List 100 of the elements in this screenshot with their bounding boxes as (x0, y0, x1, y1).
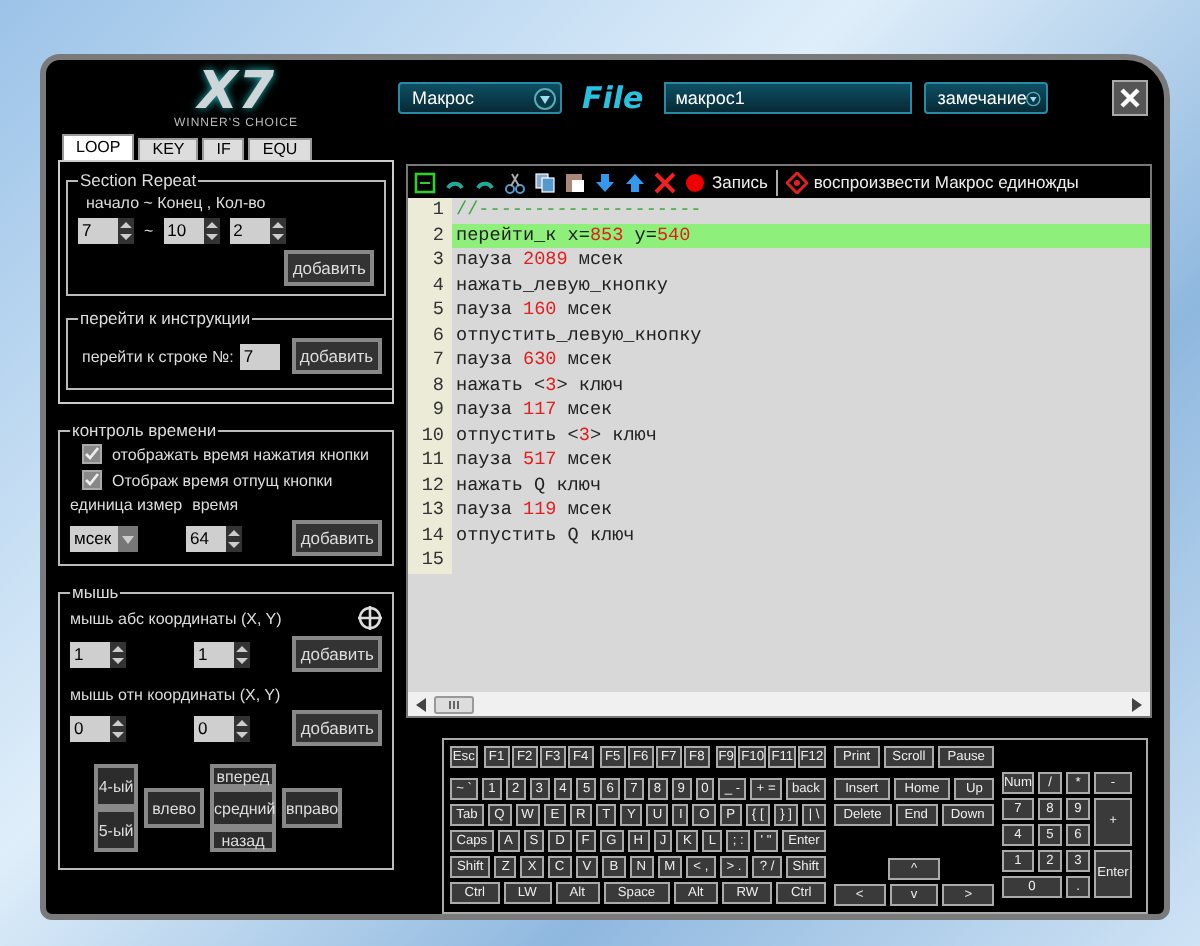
spin-arrows-icon[interactable] (234, 641, 250, 667)
add-button[interactable]: добавить (291, 338, 382, 374)
play-once-button[interactable]: воспроизвести Макрос единожды (785, 171, 1079, 193)
code-line: пауза 630 мсек (454, 348, 615, 373)
checkbox[interactable] (82, 470, 102, 490)
tab[interactable]: LOOP (62, 134, 135, 160)
mouse-button[interactable]: средний (210, 788, 276, 828)
number-field[interactable]: 7 (78, 218, 134, 244)
line-number: 13 (408, 498, 452, 523)
scroll-left-icon[interactable] (416, 697, 426, 711)
move-down-icon[interactable] (594, 171, 616, 193)
label: единица измер (70, 496, 183, 514)
number-value: 1 (70, 641, 110, 667)
close-icon (1118, 86, 1142, 110)
mouse-button[interactable]: влево (144, 788, 204, 828)
caret-icon (1026, 87, 1042, 109)
line-number: 8 (408, 373, 452, 398)
tab[interactable]: KEY (138, 138, 199, 160)
record-button[interactable]: Запись (684, 171, 768, 193)
number-value: 0 (70, 715, 110, 741)
logo-text: X7 (197, 66, 275, 118)
line-number: 14 (408, 523, 452, 548)
add-button[interactable]: добавить (292, 636, 382, 672)
spin-arrows-icon[interactable] (110, 641, 126, 667)
number-value: 7 (78, 218, 118, 244)
tab[interactable]: IF (202, 138, 245, 160)
number-field[interactable]: 64 (186, 525, 242, 551)
code-line: пауза 517 мсек (454, 448, 615, 473)
tilde-label: ~ (144, 222, 154, 240)
line-number: 15 (408, 548, 452, 573)
move-up-icon[interactable] (624, 171, 646, 193)
cut-icon[interactable] (504, 171, 526, 193)
mouse-button[interactable]: 5-ый (94, 808, 138, 852)
code-line: //-------------------- (454, 198, 704, 223)
copy-icon[interactable] (534, 171, 556, 193)
mouse-button[interactable]: вправо (282, 788, 342, 828)
line-number-field[interactable]: 7 (239, 343, 280, 369)
group-title: перейти к инструкции (78, 308, 253, 328)
code-line: отпустить Q ключ (454, 523, 637, 548)
number-value: 1 (194, 641, 234, 667)
line-number: 12 (408, 473, 452, 498)
code-line: нажать_левую_кнопку (454, 273, 671, 298)
group-title: контроль времени (70, 420, 219, 440)
number-value: 10 (163, 218, 204, 244)
spin-arrows-icon[interactable] (118, 218, 134, 244)
code-line: пауза 119 мсек (454, 498, 615, 523)
number-field[interactable]: 1 (70, 641, 126, 667)
number-field[interactable]: 2 (229, 218, 286, 244)
line-number: 1 (408, 198, 452, 223)
note-dropdown[interactable]: замечание (923, 82, 1048, 114)
file-label: File (582, 80, 644, 116)
scroll-right-icon[interactable] (1132, 697, 1142, 711)
line-number: 5 (408, 298, 452, 323)
mode-dropdown[interactable]: Макрос (398, 82, 562, 114)
number-value: 2 (229, 218, 270, 244)
line-number: 2 (408, 223, 452, 248)
horizontal-scrollbar[interactable] (408, 692, 1150, 716)
line-number: 4 (408, 273, 452, 298)
spin-arrows-icon[interactable] (226, 525, 242, 551)
label: начало ~ Конец , Кол-во (86, 194, 266, 212)
line-number: 6 (408, 323, 452, 348)
code-line: отпустить <3> ключ (454, 423, 659, 448)
code-line: пауза 160 мсек (454, 298, 615, 323)
number-field[interactable]: 0 (70, 715, 126, 741)
spin-arrows-icon[interactable] (234, 715, 250, 741)
spin-arrows-icon[interactable] (110, 715, 126, 741)
add-button[interactable]: добавить (292, 520, 382, 556)
code-line: пауза 2089 мсек (454, 248, 626, 273)
caret-icon (534, 87, 556, 109)
number-field[interactable]: 0 (194, 715, 250, 741)
record-icon (684, 171, 706, 193)
checkbox-label: отображать время нажатия кнопки (112, 445, 370, 463)
checkbox-label: Отображ время отпущ кнопки (112, 471, 333, 489)
number-field[interactable]: 1 (194, 641, 250, 667)
line-number: 11 (408, 448, 452, 473)
frame-icon[interactable] (414, 171, 436, 193)
number-field[interactable]: 10 (163, 218, 220, 244)
crosshair-icon (358, 606, 382, 630)
mouse-button[interactable]: 4-ый (94, 764, 138, 808)
label: мышь отн координаты (X, Y) (70, 686, 281, 704)
add-button[interactable]: добавить (292, 710, 382, 746)
delete-icon[interactable] (654, 171, 676, 193)
line-number: 10 (408, 423, 452, 448)
label: время (192, 496, 239, 514)
mouse-button[interactable]: назад (210, 828, 276, 852)
label: мышь абс координаты (X, Y) (70, 609, 282, 627)
code-line: пауза 117 мсек (454, 398, 615, 423)
add-button[interactable]: добавить (284, 250, 374, 286)
group-title: Section Repeat (78, 170, 199, 190)
code-line: нажать <3> ключ (454, 373, 626, 398)
file-name-field[interactable]: макрос1 (663, 82, 912, 114)
paste-icon[interactable] (564, 171, 586, 193)
group-title: мышь (70, 582, 121, 602)
number-value: 0 (194, 715, 234, 741)
scroll-thumb[interactable] (434, 695, 474, 713)
line-number: 7 (408, 348, 452, 373)
close-button[interactable] (1112, 80, 1148, 116)
mouse-button[interactable]: вперед (210, 764, 276, 788)
checkbox[interactable] (82, 444, 102, 464)
tab[interactable]: EQU (248, 138, 312, 160)
